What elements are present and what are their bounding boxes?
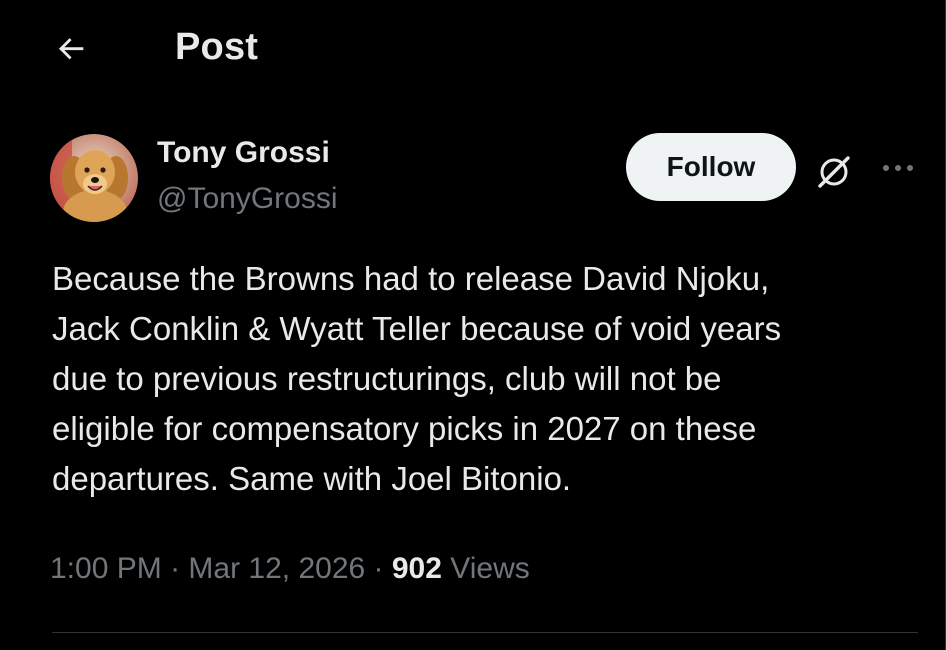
back-button[interactable] [44,24,100,72]
author-handle[interactable]: @TonyGrossi [157,182,338,216]
post-time[interactable]: 1:00 PM [50,552,162,585]
golden-retriever-avatar [50,134,138,222]
follow-button[interactable]: Follow [626,133,796,201]
more-dots-icon [883,165,913,171]
tweet-text: Because the Browns had to release David … [52,260,782,497]
divider [52,632,918,633]
page-title: Post [175,26,259,68]
meta-separator: · [161,552,189,585]
more-options-button[interactable] [874,148,922,188]
page-header: Post [0,0,946,96]
views-label: Views [450,552,530,585]
post-date[interactable]: Mar 12, 2026 [188,552,365,585]
arrow-left-icon [58,38,84,60]
avatar[interactable] [50,134,138,222]
meta-separator: · [365,552,392,585]
post-page: Post Tony Grossi @TonyGrossi Follow Beca… [0,0,946,650]
author-name[interactable]: Tony Grossi [157,136,330,170]
post-meta: 1:00 PM · Mar 12, 2026 · 902 Views [50,552,530,586]
views-count[interactable]: 902 [392,552,442,585]
grok-button[interactable] [810,148,858,196]
grok-icon [818,156,850,188]
